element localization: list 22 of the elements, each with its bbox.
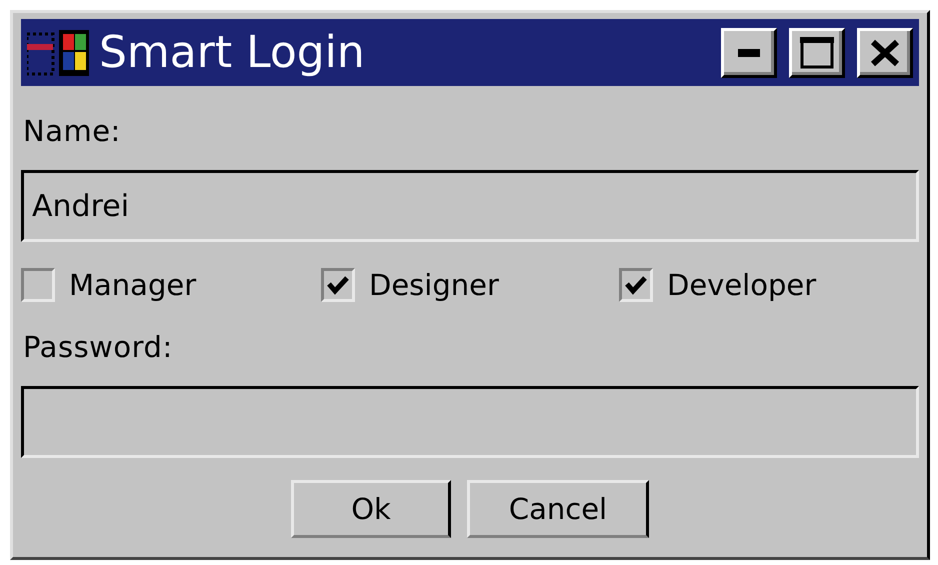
password-field[interactable]: [21, 386, 919, 458]
window-title: Smart Login: [99, 27, 366, 78]
role-label: Developer: [667, 268, 816, 302]
check-icon: [625, 275, 647, 295]
app-logo-icon: [27, 30, 91, 76]
role-checkbox[interactable]: [321, 268, 355, 302]
minimize-button[interactable]: [721, 28, 777, 78]
maximize-button[interactable]: [789, 28, 845, 78]
minimize-icon: [738, 48, 760, 56]
name-label: Name:: [23, 114, 122, 148]
password-label: Password:: [23, 330, 174, 364]
close-icon: [870, 38, 900, 66]
maximize-icon: [800, 36, 834, 68]
close-button[interactable]: [857, 28, 913, 78]
role-checkbox[interactable]: [21, 268, 55, 302]
check-icon: [327, 275, 349, 295]
ok-button[interactable]: Ok: [291, 480, 451, 538]
role-label: Designer: [369, 268, 499, 302]
cancel-button[interactable]: Cancel: [467, 480, 649, 538]
role-label: Manager: [69, 268, 196, 302]
name-field[interactable]: Andrei: [21, 170, 919, 242]
role-checkbox[interactable]: [619, 268, 653, 302]
